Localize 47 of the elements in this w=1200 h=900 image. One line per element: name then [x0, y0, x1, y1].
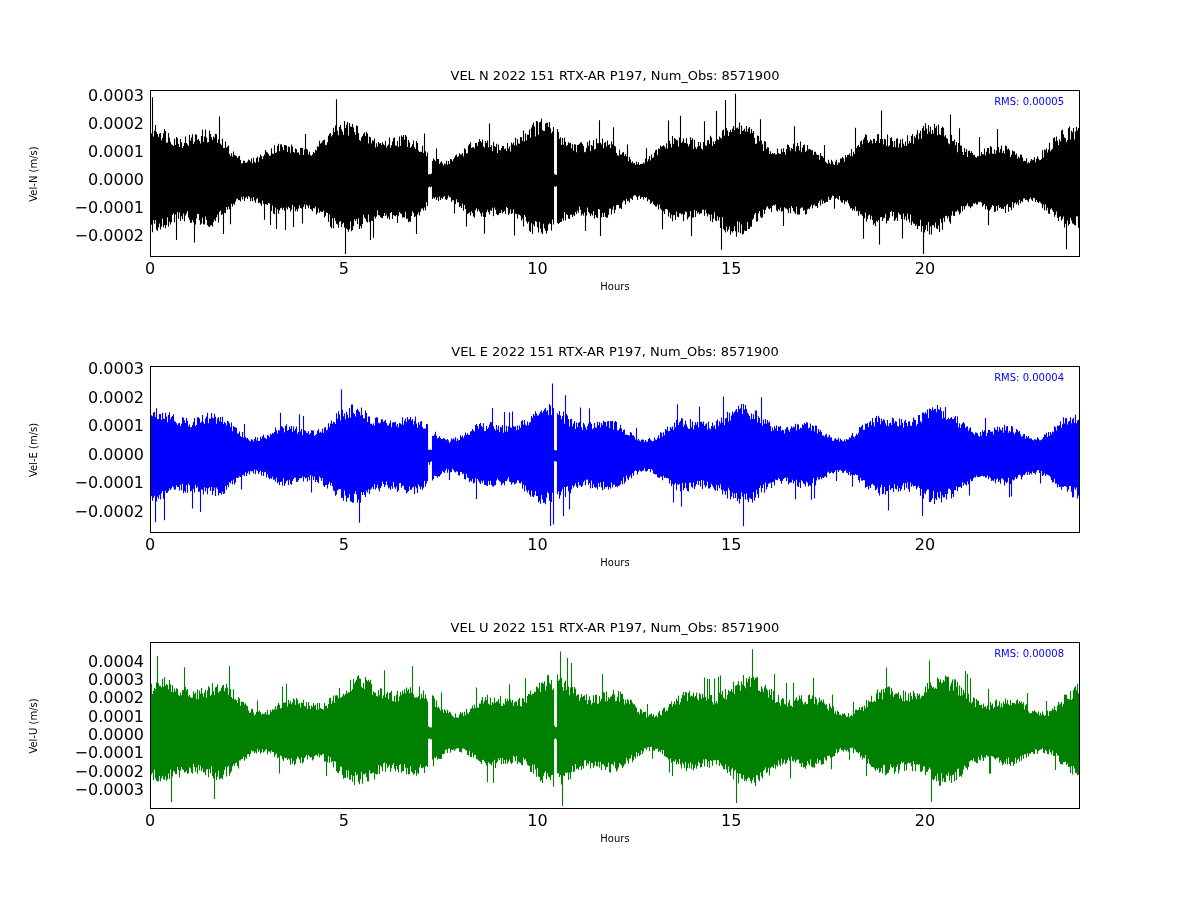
x-tick-label: 0: [144, 812, 156, 830]
x-tick-label: 15: [721, 260, 742, 278]
y-tick-label: −0.0002: [74, 502, 144, 521]
y-tick-label: 0.0003: [88, 671, 144, 690]
x-tick-label: 20: [914, 812, 936, 830]
x-tick-label: 5: [338, 536, 349, 554]
rms-label: RMS: 0.00004: [994, 372, 1064, 383]
y-tick-label: 0.0003: [88, 359, 144, 378]
x-tick-label: 0: [144, 536, 156, 554]
y-axis-label: Vel-U (m/s): [27, 697, 39, 754]
x-axis-label: Hours: [600, 557, 630, 569]
y-axis-label: Vel-E (m/s): [27, 422, 39, 477]
x-tick-label: 10: [527, 536, 548, 554]
x-axis-label: Hours: [600, 833, 630, 845]
plot-title: VEL U 2022 151 RTX-AR P197, Num_Obs: 8571900: [450, 619, 780, 637]
y-tick-label: 0.0000: [88, 171, 144, 190]
rms-label: RMS: 0.00005: [994, 96, 1064, 107]
x-tick-label: 5: [338, 260, 349, 278]
y-tick-label: 0.0000: [88, 445, 144, 464]
y-tick-label: 0.0002: [88, 689, 144, 708]
rms-label: RMS: 0.00008: [994, 648, 1064, 659]
y-tick-label: 0.0001: [88, 417, 144, 436]
plot-title: VEL E 2022 151 RTX-AR P197, Num_Obs: 8571900: [451, 343, 779, 361]
y-tick-label: 0.0002: [88, 388, 144, 407]
y-tick-label: 0.0000: [88, 726, 144, 745]
x-tick-label: 15: [721, 812, 742, 830]
x-tick-label: 0: [144, 260, 156, 278]
x-tick-label: 20: [914, 260, 936, 278]
y-tick-label: 0.0001: [88, 143, 144, 162]
x-tick-label: 10: [527, 260, 548, 278]
y-tick-label: −0.0003: [74, 781, 144, 799]
y-tick-label: −0.0001: [74, 474, 144, 493]
y-axis-label: Vel-N (m/s): [27, 145, 39, 202]
y-tick-label: −0.0002: [74, 227, 144, 246]
x-tick-label: 15: [721, 536, 742, 554]
y-tick-label: −0.0001: [74, 744, 144, 763]
x-tick-label: 10: [527, 812, 548, 830]
y-tick-label: 0.0002: [88, 115, 144, 133]
y-tick-label: −0.0002: [74, 762, 144, 781]
x-axis-label: Hours: [600, 281, 630, 293]
x-tick-label: 5: [338, 812, 349, 830]
y-tick-label: 0.0004: [88, 652, 144, 671]
y-tick-label: −0.0001: [74, 199, 144, 218]
y-tick-label: 0.0001: [88, 707, 144, 726]
plot-title: VEL N 2022 151 RTX-AR P197, Num_Obs: 8571900: [450, 67, 780, 85]
x-tick-label: 20: [914, 536, 936, 554]
y-tick-label: 0.0003: [88, 86, 144, 105]
